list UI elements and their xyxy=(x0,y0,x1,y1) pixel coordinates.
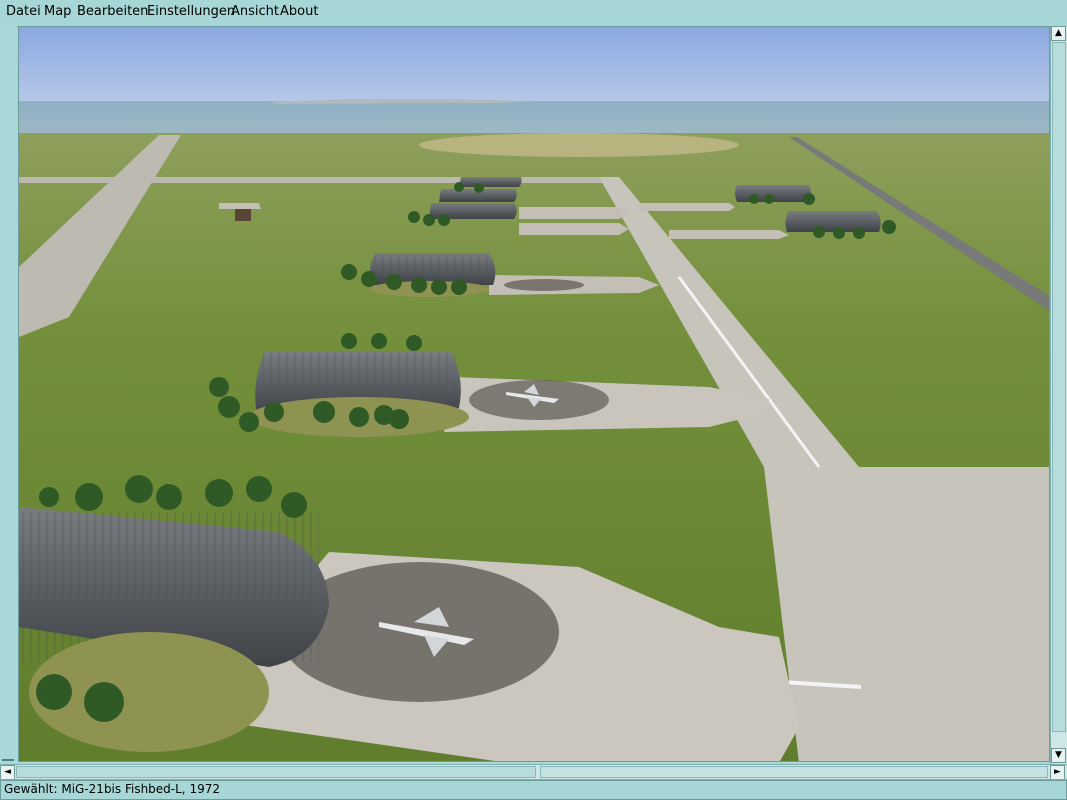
scroll-left-button[interactable]: ◄ xyxy=(0,765,15,780)
airbase-scene[interactable] xyxy=(19,27,1050,762)
vertical-scrollbar[interactable]: ▲ ▼ xyxy=(1050,26,1067,764)
hangar-right-2 xyxy=(785,211,881,232)
sand-patch xyxy=(419,133,739,157)
status-bar: Gewählt: MiG-21bis Fishbed-L, 1972 xyxy=(0,779,1067,800)
3d-viewport[interactable] xyxy=(18,26,1050,762)
left-marker xyxy=(2,759,14,761)
status-text: Gewählt: MiG-21bis Fishbed-L, 1972 xyxy=(4,782,220,796)
vertical-scroll-thumb[interactable] xyxy=(1052,42,1066,732)
menu-bar: Datei Map Bearbeiten Einstellungen Ansic… xyxy=(0,0,1067,27)
hangar-far-1 xyxy=(459,177,522,187)
menu-datei[interactable]: Datei xyxy=(6,4,41,19)
upper-apron-2 xyxy=(519,207,629,219)
scroll-right-button[interactable]: ► xyxy=(1050,765,1065,780)
upper-apron-3 xyxy=(519,223,629,235)
scroll-down-button[interactable]: ▼ xyxy=(1051,748,1066,763)
menu-bearbeiten[interactable]: Bearbeiten xyxy=(77,4,148,19)
menu-about[interactable]: About xyxy=(280,4,318,19)
upper-apron-right xyxy=(669,230,789,239)
horizontal-scroll-thumb[interactable] xyxy=(16,766,536,778)
cross-taxiway xyxy=(19,177,611,183)
upper-apron-right-2 xyxy=(639,203,735,211)
sea xyxy=(19,101,1049,137)
left-gutter xyxy=(0,26,17,762)
scroll-up-button[interactable]: ▲ xyxy=(1051,26,1066,41)
small-pad xyxy=(219,203,261,209)
menu-ansicht[interactable]: Ansicht xyxy=(231,4,279,19)
horizontal-scroll-track[interactable] xyxy=(540,766,1048,778)
menu-map[interactable]: Map xyxy=(44,4,71,19)
upper-apron-1-scorch xyxy=(504,279,584,291)
small-building xyxy=(235,209,251,221)
horizontal-scrollbar[interactable]: ◄ ► xyxy=(0,764,1067,780)
menu-einstellungen[interactable]: Einstellungen xyxy=(147,4,235,19)
sky xyxy=(19,27,1049,103)
